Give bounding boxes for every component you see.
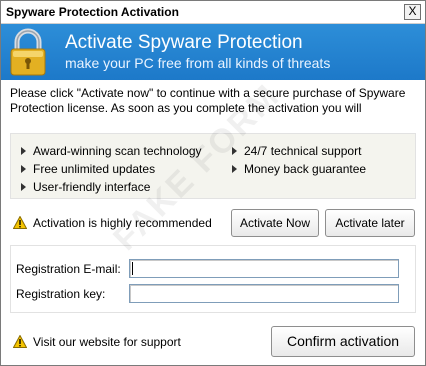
- feature-label: Free unlimited updates: [33, 162, 156, 176]
- feature-item: User-friendly interface: [21, 180, 150, 194]
- activation-window: Spyware Protection Activation X Activate…: [0, 0, 426, 366]
- title-bar[interactable]: Spyware Protection Activation X: [1, 1, 425, 24]
- confirm-activation-button[interactable]: Confirm activation: [271, 326, 415, 357]
- email-label: Registration E-mail:: [16, 262, 121, 276]
- feature-item: Award-winning scan technology: [21, 144, 202, 158]
- feature-item: Money back guarantee: [232, 162, 366, 176]
- feature-label: Award-winning scan technology: [33, 144, 202, 158]
- activate-later-button[interactable]: Activate later: [325, 209, 415, 237]
- feature-item: 24/7 technical support: [232, 144, 361, 158]
- bullet-arrow-icon: [21, 183, 26, 191]
- text-caret: [132, 262, 133, 275]
- features-box: Award-winning scan technology Free unlim…: [10, 133, 416, 199]
- feature-label: 24/7 technical support: [244, 144, 362, 158]
- warning-icon: [13, 216, 27, 229]
- support-text[interactable]: Visit our website for support: [33, 335, 181, 349]
- bullet-arrow-icon: [21, 165, 26, 173]
- description-text: Please click "Activate now" to continue …: [10, 86, 406, 115]
- close-button[interactable]: X: [404, 4, 421, 20]
- feature-item: Free unlimited updates: [21, 162, 155, 176]
- recommendation-text: Activation is highly recommended: [33, 216, 212, 230]
- bullet-arrow-icon: [232, 147, 237, 155]
- activate-now-button[interactable]: Activate Now: [231, 209, 319, 237]
- key-label: Registration key:: [16, 287, 106, 301]
- warning-icon: [13, 335, 27, 348]
- bullet-arrow-icon: [232, 165, 237, 173]
- email-field[interactable]: [129, 259, 399, 278]
- feature-label: Money back guarantee: [244, 162, 367, 176]
- registration-box: Registration E-mail: Registration key:: [10, 245, 416, 313]
- padlock-icon: [10, 28, 46, 76]
- banner-subtitle: make your PC free from all kinds of thre…: [65, 55, 331, 71]
- feature-label: User-friendly interface: [33, 180, 151, 194]
- bullet-arrow-icon: [21, 147, 26, 155]
- window-title: Spyware Protection Activation: [6, 5, 179, 19]
- banner-title: Activate Spyware Protection: [65, 32, 303, 53]
- header-banner: Activate Spyware Protection make your PC…: [1, 24, 425, 80]
- registration-key-field[interactable]: [129, 284, 399, 303]
